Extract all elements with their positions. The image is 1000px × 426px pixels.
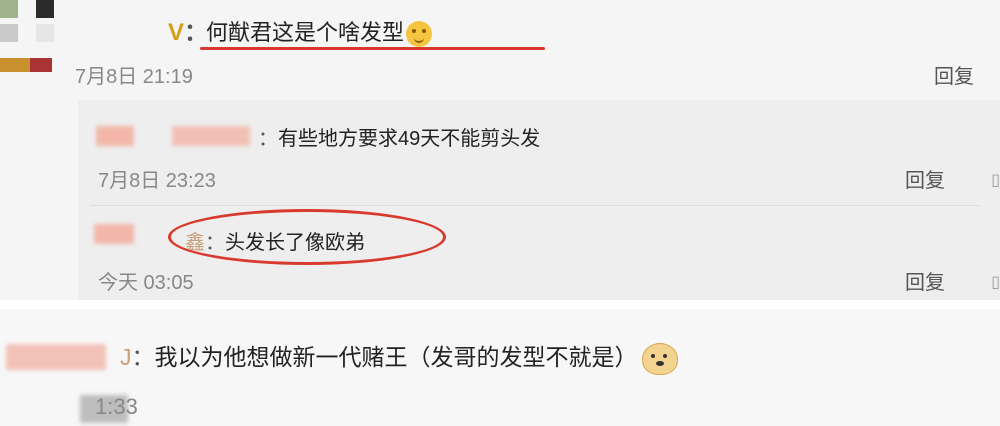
doge-emoji-icon [641, 342, 678, 375]
commenter-username[interactable] [6, 344, 106, 370]
reply-timestamp: 今天 03:05 [98, 272, 194, 294]
reply-divider [90, 205, 980, 206]
avatar-tile [36, 24, 54, 42]
reply-avatar[interactable] [96, 126, 134, 146]
reply-text: ：有些地方要求49天不能剪头发 [258, 128, 541, 150]
verified-badge: V： [168, 19, 209, 46]
screenshot-separator [0, 300, 1000, 309]
reply-button[interactable]: 回复 [905, 266, 945, 295]
avatar-tile [0, 58, 30, 72]
avatar-tile [0, 0, 18, 18]
avatar-tile [30, 58, 52, 72]
comment-text: J：我以为他想做新一代赌王（发哥的发型不就是） [120, 338, 678, 375]
comment-text: 何猷君这是个啥发型 [206, 15, 433, 48]
thumb-up-icon[interactable]: ▯ [991, 272, 1000, 292]
reply-button[interactable]: 回复 [934, 60, 974, 89]
reply-username[interactable] [172, 126, 250, 146]
reply-button[interactable]: 回复 [905, 164, 945, 193]
avatar-tile [36, 0, 54, 18]
reply-avatar[interactable] [94, 224, 134, 244]
shush-emoji-icon [406, 21, 433, 48]
comment-timestamp: 7月8日 21:19 [75, 66, 193, 88]
avatar-tile [0, 24, 18, 42]
thumb-up-icon[interactable]: ▯ [991, 170, 1000, 190]
annotation-underline [200, 47, 545, 50]
comment-timestamp: 1:33 [95, 394, 138, 419]
reply-timestamp: 7月8日 23:23 [98, 170, 216, 192]
commenter-avatar[interactable] [0, 0, 58, 80]
annotation-circle [168, 209, 446, 265]
